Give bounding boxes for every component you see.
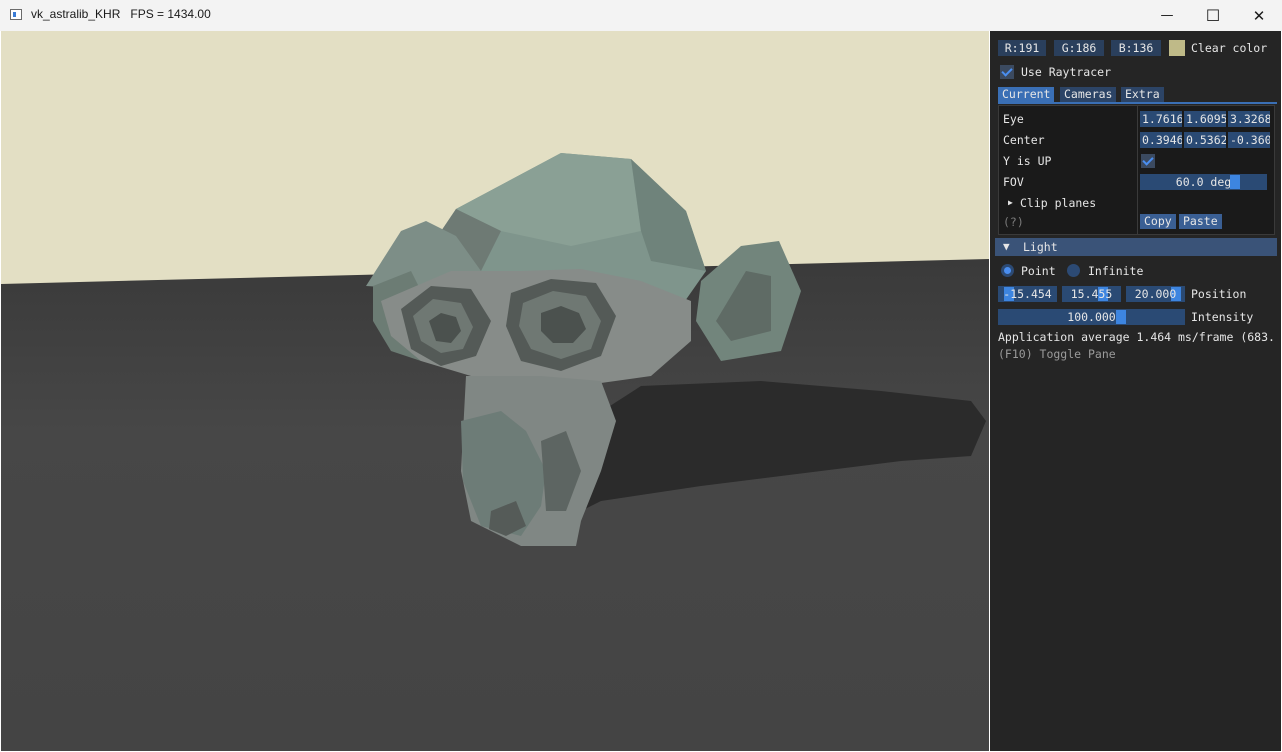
clear-color-g[interactable]: G:186 [1054,40,1104,56]
eye-y-field[interactable]: 1.6095 [1184,111,1226,127]
tab-current[interactable]: Current [998,87,1055,102]
render-viewport[interactable] [1,31,989,751]
intensity-slider[interactable]: 100.000 [998,309,1185,325]
fov-slider[interactable]: 60.0 deg [1140,174,1267,190]
fov-value: 60.0 deg [1175,175,1232,189]
light-position-z[interactable]: 20.000 [1126,286,1185,302]
paste-button[interactable]: Paste [1179,214,1222,229]
expand-arrow-icon: ▼ [1003,240,1010,253]
clear-color-swatch[interactable] [1169,40,1185,56]
scene-render [1,31,989,751]
center-z-field[interactable]: -0.360 [1228,132,1270,148]
position-label: Position [1191,287,1247,301]
use-raytracer-label: Use Raytracer [1021,65,1112,79]
center-x-field[interactable]: 0.3946 [1140,132,1182,148]
point-label: Point [1021,264,1056,278]
eye-label: Eye [1003,112,1024,126]
light-header[interactable]: ▼ Light [995,238,1277,256]
fov-label: FOV [1003,175,1024,189]
clear-color-r[interactable]: R:191 [998,40,1046,56]
copy-button[interactable]: Copy [1140,214,1176,229]
point-radio[interactable] [1001,264,1014,277]
clear-color-b[interactable]: B:136 [1111,40,1161,56]
infinite-label: Infinite [1088,264,1144,278]
collapse-arrow-icon: ▶ [1008,198,1013,207]
intensity-label: Intensity [1191,310,1254,324]
y-up-label: Y is UP [1003,154,1052,168]
infinite-radio[interactable] [1067,264,1080,277]
application-window: vk_astralib_KHR FPS = 1434.00 — ☐ ✕ R:19… [0,0,1282,752]
maximize-button[interactable]: ☐ [1190,0,1236,31]
app-icon [10,9,22,20]
title-bar[interactable]: vk_astralib_KHR FPS = 1434.00 — ☐ ✕ [0,0,1282,31]
intensity-value: 100.000 [1067,310,1116,324]
tab-underline [998,102,1277,104]
fov-slider-grab[interactable] [1230,175,1240,189]
clip-planes-node[interactable]: Clip planes [1020,195,1096,211]
y-up-checkbox[interactable] [1141,153,1155,168]
eye-z-field[interactable]: 3.3268 [1228,111,1270,127]
frame-stats: Application average 1.464 ms/frame (683. [998,330,1275,344]
tab-extra[interactable]: Extra [1121,87,1164,102]
help-marker[interactable]: (?) [1003,214,1024,230]
eye-x-field[interactable]: 1.7616 [1140,111,1182,127]
center-y-field[interactable]: 0.5362 [1184,132,1226,148]
light-header-label: Light [1023,240,1058,254]
tab-cameras[interactable]: Cameras [1060,87,1117,102]
intensity-slider-grab[interactable] [1116,310,1126,324]
light-position-x[interactable]: -15.454 [998,286,1057,302]
center-label: Center [1003,133,1045,147]
light-position-y[interactable]: 15.455 [1062,286,1121,302]
clear-color-label: Clear color [1191,41,1268,55]
window-title: vk_astralib_KHR FPS = 1434.00 [31,7,211,21]
toggle-pane-hint: (F10) Toggle Pane [998,347,1116,361]
close-button[interactable]: ✕ [1236,0,1282,31]
settings-pane: R:191 G:186 B:136 Clear color Use Raytra… [990,31,1281,751]
use-raytracer-checkbox[interactable] [1000,64,1014,79]
minimize-button[interactable]: — [1144,0,1190,31]
